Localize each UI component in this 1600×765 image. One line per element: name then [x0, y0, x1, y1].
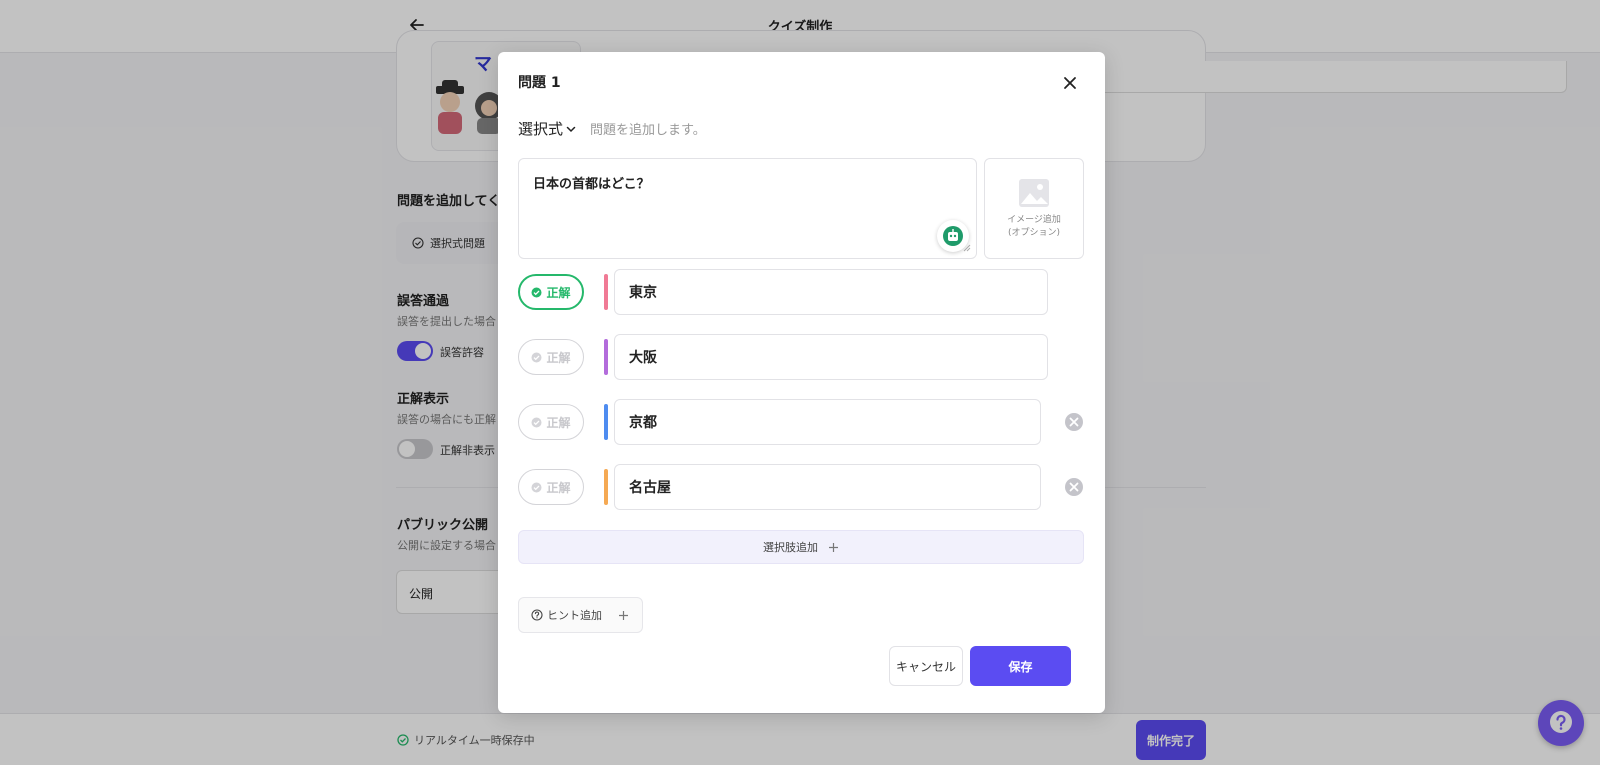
question-circle-icon: [531, 609, 543, 621]
correct-toggle[interactable]: 正解: [518, 404, 584, 440]
plus-icon: [829, 542, 838, 552]
cancel-button[interactable]: キャンセル: [889, 646, 963, 686]
question-type-label: 選択式: [518, 120, 564, 138]
image-placeholder-icon: [1019, 178, 1049, 207]
correct-toggle[interactable]: 正解: [518, 339, 584, 375]
add-hint-label: ヒント追加: [547, 609, 602, 622]
correct-toggle[interactable]: 正解: [518, 469, 584, 505]
image-add-optional-label: (オプション): [1007, 227, 1060, 238]
answer-color-bar: [604, 339, 608, 375]
answer-input[interactable]: [614, 399, 1041, 445]
answer-row: 正解: [518, 334, 1084, 380]
correct-label: 正解: [546, 350, 571, 365]
question-type-hint: 問題を追加します。: [590, 123, 706, 138]
resize-grip-icon[interactable]: [961, 242, 971, 252]
check-circle-icon: [531, 482, 542, 492]
add-hint-button[interactable]: ヒント追加: [518, 597, 643, 633]
correct-toggle[interactable]: 正解: [518, 274, 584, 310]
close-icon[interactable]: [1059, 72, 1081, 94]
question-modal: 問題 1 選択式 問題を追加します。 日本の首都はどこ？ イメージ追加 (オプシ…: [498, 52, 1105, 713]
question-type-select[interactable]: 選択式: [518, 118, 577, 139]
check-circle-icon: [531, 417, 542, 427]
add-choice-button[interactable]: 選択肢追加: [518, 530, 1084, 564]
remove-answer-icon[interactable]: [1064, 477, 1084, 497]
answer-row: 正解: [518, 464, 1084, 510]
question-textarea[interactable]: 日本の首都はどこ？: [518, 158, 977, 259]
chevron-down-icon: [566, 126, 576, 132]
add-choice-label: 選択肢追加: [763, 541, 818, 554]
answer-row: 正解: [518, 269, 1084, 315]
answer-row: 正解: [518, 399, 1084, 445]
check-circle-icon: [531, 352, 542, 362]
answer-color-bar: [604, 404, 608, 440]
correct-label: 正解: [546, 415, 571, 430]
answer-input[interactable]: [614, 269, 1048, 315]
image-add-button[interactable]: イメージ追加 (オプション): [984, 158, 1084, 259]
check-circle-icon: [531, 287, 542, 297]
correct-label: 正解: [546, 285, 571, 300]
plus-icon: [619, 610, 628, 620]
answer-color-bar: [604, 469, 608, 505]
answer-color-bar: [604, 274, 608, 310]
modal-title: 問題 1: [518, 75, 561, 91]
correct-label: 正解: [546, 480, 571, 495]
image-add-label: イメージ追加: [1007, 214, 1061, 225]
answer-input[interactable]: [614, 334, 1048, 380]
answer-input[interactable]: [614, 464, 1041, 510]
remove-answer-icon[interactable]: [1064, 412, 1084, 432]
save-button[interactable]: 保存: [970, 646, 1071, 686]
